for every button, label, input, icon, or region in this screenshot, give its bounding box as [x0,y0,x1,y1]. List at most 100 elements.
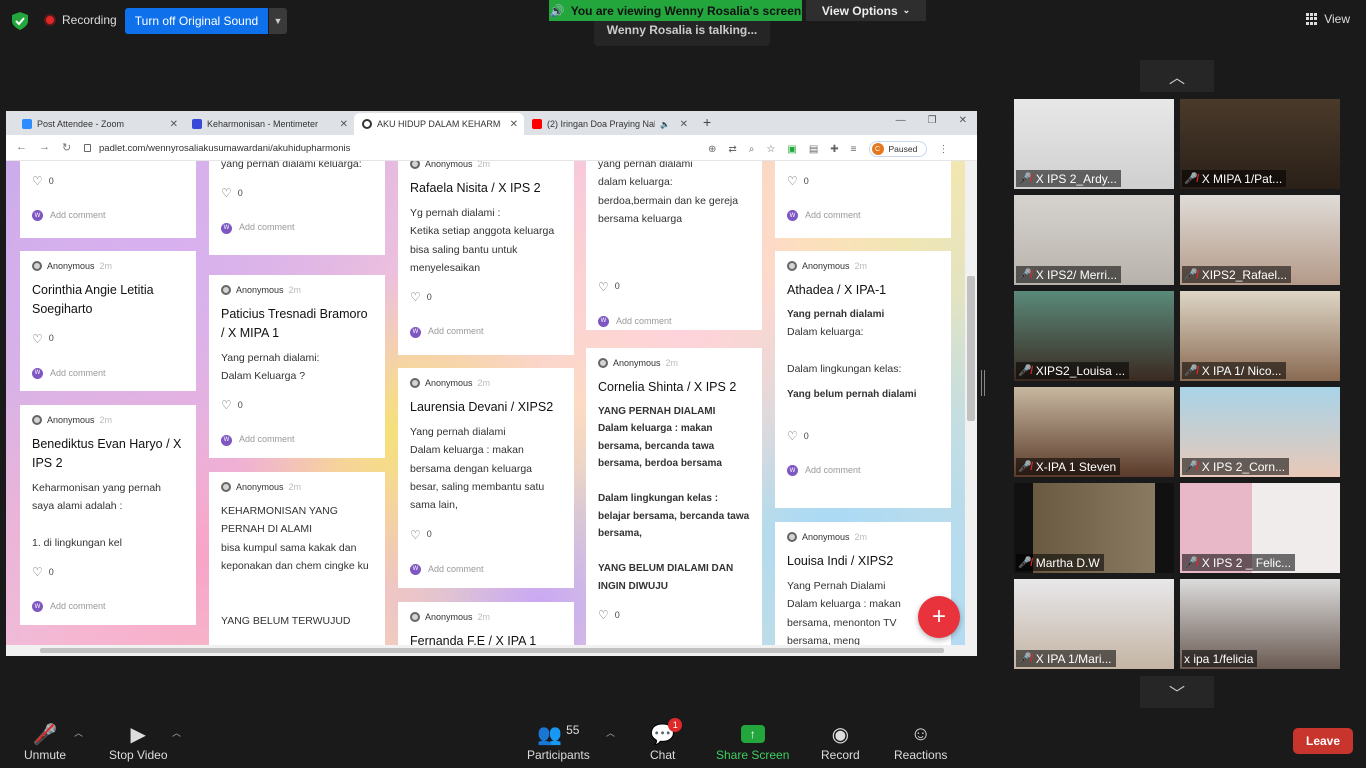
url-text[interactable]: padlet.com/wennyrosaliakusumawardani/aku… [99,143,350,154]
video-tile[interactable]: 🎤̸ XIPS2_Rafael... [1180,195,1340,285]
translate-icon[interactable]: ⇄ [728,144,736,155]
bookmark-star-icon[interactable]: ☆ [766,144,775,155]
stop-video-button[interactable]: ▶ Stop Video [109,722,168,763]
padlet-post[interactable]: Anonymous 2m Rafaela Nisita / X IPS 2 Yg … [398,161,574,355]
padlet-post[interactable]: Anonymous 2m Benediktus Evan Haryo / X IP… [20,405,196,625]
video-tile[interactable]: 🎤̸ X IPA 1/ Nico... [1180,291,1340,381]
share-screen-button[interactable]: ↑ Share Screen [716,722,789,762]
close-window-icon[interactable]: ✕ [959,115,967,126]
shield-check-icon[interactable] [12,12,28,30]
padlet-post[interactable]: ♡ 0 W Add comment [20,161,196,238]
panel-splitter[interactable] [981,370,985,396]
video-tile[interactable]: 🎤̸ X IPS 2_Ardy... [1014,99,1174,189]
audio-options-caret-icon[interactable]: ︿ [74,726,83,739]
tab-zoom[interactable]: Post Attendee - Zoom ✕ [14,113,184,135]
leave-button[interactable]: Leave [1293,728,1353,754]
reactions-button[interactable]: ☺ Reactions [894,722,947,763]
add-post-button[interactable]: + [918,596,960,638]
padlet-post[interactable]: yang pernah dialami dalam keluarga: berd… [586,161,762,330]
padlet-post[interactable]: yang pernah dialami keluarga: ♡ 0 W Add co… [209,161,385,255]
like-row[interactable]: ♡ 0 [32,171,184,192]
video-tile[interactable]: 🎤̸ X IPS 2_Corn... [1180,387,1340,477]
padlet-post[interactable]: Anonymous 2m KEHARMONISAN YANG PERNAH DI … [209,472,385,656]
speaker-icon[interactable]: 🔈 [660,120,670,129]
heart-icon[interactable]: ♡ [32,562,43,583]
heart-icon[interactable]: ♡ [410,525,421,546]
kebab-menu-icon[interactable]: ⋮ [939,144,949,155]
video-tile[interactable]: 🎤̸ X IPS2/ Merri... [1014,195,1174,285]
add-comment[interactable]: W Add comment [221,220,373,236]
tab-padlet[interactable]: AKU HIDUP DALAM KEHARMON ✕ [354,113,524,135]
like-row[interactable]: ♡ 0 [221,183,373,204]
scrollbar-thumb[interactable] [40,648,944,653]
forward-icon[interactable]: → [39,141,50,154]
add-comment[interactable]: W Add comment [221,432,373,448]
restore-icon[interactable]: ❐ [928,115,937,126]
vertical-scrollbar[interactable] [965,161,977,656]
add-comment[interactable]: W Add comment [32,366,184,382]
location-icon[interactable]: ⊕ [708,144,716,155]
video-tile[interactable]: x ipa 1/felicia [1180,579,1340,669]
scroll-up-button[interactable]: ︿ [1140,60,1214,92]
recording-indicator[interactable]: Recording [44,13,117,27]
close-tab-icon[interactable]: ✕ [510,119,518,130]
like-row[interactable]: ♡ 0 [32,329,184,350]
minimize-icon[interactable]: — [896,115,906,126]
turn-off-original-sound-button[interactable]: Turn off Original Sound [125,8,268,34]
video-tile[interactable]: 🎤̸ Martha D.W [1014,483,1174,573]
heart-icon[interactable]: ♡ [787,171,798,192]
like-row[interactable]: ♡ 0 [787,426,939,447]
playlist-icon[interactable]: ≡ [851,144,857,155]
extension-screen-icon[interactable]: ▤ [809,144,818,155]
scrollbar-thumb[interactable] [967,276,975,421]
add-comment[interactable]: W Add comment [787,208,939,224]
heart-icon[interactable]: ♡ [598,605,609,626]
padlet-post[interactable]: ♡ 0 W Add comment [775,161,951,238]
like-row[interactable]: ♡ 0 [410,287,562,308]
chat-button[interactable]: 💬 1 Chat [650,718,683,762]
padlet-post[interactable]: Anonymous 2m Laurensia Devani / XIPS2 Yan… [398,368,574,588]
video-tile[interactable]: 🎤̸ X MIPA 1/Pat... [1180,99,1340,189]
padlet-post[interactable]: Anonymous 2m Paticius Tresnadi Bramoro / … [209,275,385,458]
unmute-button[interactable]: 🎤 Unmute [24,722,66,762]
video-tile[interactable]: 🎤̸ X-IPA 1 Steven [1014,387,1174,477]
like-row[interactable]: ♡ 0 [410,525,562,546]
tab-mentimeter[interactable]: Keharmonisan - Mentimeter ✕ [184,113,354,135]
zoom-icon[interactable]: ⌕ [749,144,755,155]
close-tab-icon[interactable]: ✕ [170,119,178,130]
padlet-post[interactable]: Anonymous 2m Louisa Indi / XIPS2 Yang Per… [775,522,951,656]
participants-caret-icon[interactable]: ︿ [606,726,615,739]
add-comment[interactable]: W Add comment [787,463,939,479]
new-tab-icon[interactable]: + [703,114,711,130]
like-row[interactable]: ♡ 0 [787,171,939,192]
heart-icon[interactable]: ♡ [221,183,232,204]
participants-button[interactable]: 👥 55 Participants [527,722,590,762]
scroll-down-button[interactable]: ﹀ [1140,676,1214,708]
add-comment[interactable]: W Add comment [32,599,184,615]
heart-icon[interactable]: ♡ [32,329,43,350]
profile-paused-button[interactable]: C Paused [868,141,927,157]
address-bar[interactable]: padlet.com/wennyrosaliakusumawardani/aku… [84,139,696,157]
tab-youtube[interactable]: (2) Iringan Doa Praying Nak 🔈 ✕ [524,113,694,135]
video-tile[interactable]: 🎤̸ X IPA 1/Mari... [1014,579,1174,669]
horizontal-scrollbar[interactable] [6,645,977,656]
add-comment[interactable]: W Add comment [32,208,184,224]
heart-icon[interactable]: ♡ [221,395,232,416]
puzzle-icon[interactable]: ✚ [830,144,838,155]
padlet-post[interactable]: Anonymous 2m Athadea / X IPA-1 Yang perna… [775,251,951,508]
like-row[interactable]: ♡ 0 [32,562,184,583]
add-comment[interactable]: W Add comment [410,562,562,578]
close-tab-icon[interactable]: ✕ [340,119,348,130]
video-options-caret-icon[interactable]: ︿ [172,726,181,739]
view-options-menu[interactable]: View Options ⌄ [806,0,926,21]
back-icon[interactable]: ← [16,141,27,154]
view-button[interactable]: View [1306,12,1350,26]
padlet-post[interactable]: Anonymous 2m Cornelia Shinta / X IPS 2 YA… [586,348,762,656]
video-tile[interactable]: 🎤̸ XIPS2_Louisa ... [1014,291,1174,381]
heart-icon[interactable]: ♡ [410,287,421,308]
add-comment[interactable]: W Add comment [410,324,562,340]
like-row[interactable]: ♡ 0 [598,277,750,298]
add-comment[interactable]: W Add comment [598,314,750,330]
reload-icon[interactable]: ↻ [62,141,71,154]
heart-icon[interactable]: ♡ [32,171,43,192]
